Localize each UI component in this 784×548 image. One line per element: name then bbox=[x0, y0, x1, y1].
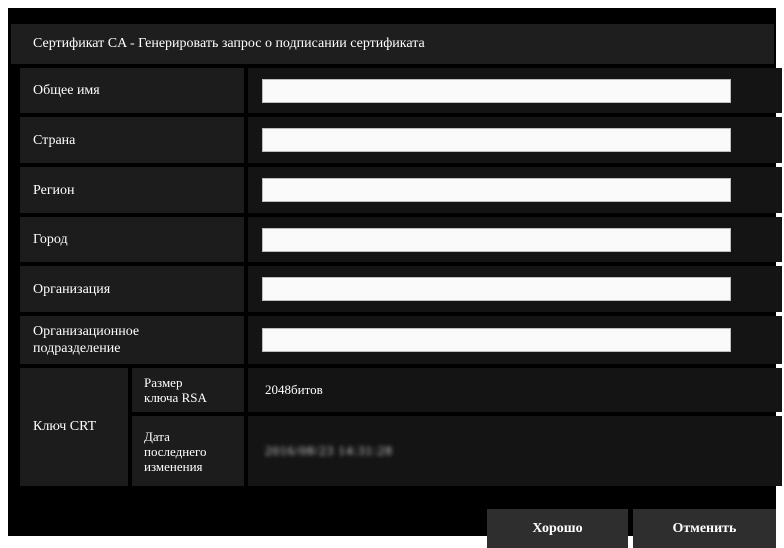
org-unit-label: Организационное подразделение bbox=[20, 316, 244, 364]
common-name-input[interactable] bbox=[262, 78, 731, 103]
organization-cell bbox=[248, 266, 782, 312]
csr-dialog: Сертификат CA - Генерировать запрос о по… bbox=[8, 8, 782, 548]
country-input[interactable] bbox=[262, 128, 731, 152]
ok-button[interactable]: Хорошо bbox=[487, 509, 628, 548]
last-modified-label: Дата последнего изменения bbox=[132, 416, 244, 486]
common-name-cell bbox=[248, 68, 782, 113]
dialog-title: Сертификат CA - Генерировать запрос о по… bbox=[11, 24, 774, 64]
crt-key-label: Ключ CRT bbox=[20, 368, 128, 486]
rsa-key-size-cell: 2048битов bbox=[248, 368, 782, 412]
cancel-button[interactable]: Отменить bbox=[633, 509, 776, 548]
rsa-key-size-label: Размер ключа RSA bbox=[132, 368, 244, 412]
city-label: Город bbox=[20, 217, 244, 262]
city-cell bbox=[248, 217, 782, 262]
region-label: Регион bbox=[20, 167, 244, 213]
last-modified-cell: 2016/08/23 14:31:28 bbox=[248, 416, 782, 486]
city-input[interactable] bbox=[262, 227, 731, 252]
region-input[interactable] bbox=[262, 178, 731, 202]
country-label: Страна bbox=[20, 117, 244, 163]
org-unit-input[interactable] bbox=[262, 328, 731, 352]
organization-input[interactable] bbox=[262, 277, 731, 301]
org-unit-cell bbox=[248, 316, 782, 364]
last-modified-value: 2016/08/23 14:31:28 bbox=[265, 443, 393, 458]
common-name-label: Общее имя bbox=[20, 68, 244, 113]
region-cell bbox=[248, 167, 782, 213]
country-cell bbox=[248, 117, 782, 163]
organization-label: Организация bbox=[20, 266, 244, 312]
rsa-key-size-value: 2048битов bbox=[265, 382, 323, 397]
